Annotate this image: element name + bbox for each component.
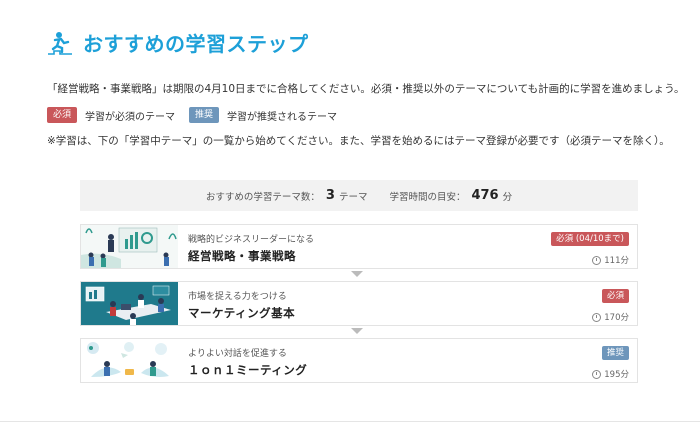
step-arrow-icon xyxy=(351,328,363,334)
page-header: おすすめの学習ステップ xyxy=(47,28,309,57)
legend-required-tag: 必須 xyxy=(47,107,78,123)
course-duration: 111分 xyxy=(592,254,629,266)
duration-text: 170分 xyxy=(604,313,629,323)
legend-recommended-text: 学習が推奨されるテーマ xyxy=(227,111,338,123)
course-thumbnail xyxy=(81,282,178,325)
page-title: おすすめの学習ステップ xyxy=(83,32,309,56)
legend-recommended-tag: 推奨 xyxy=(189,107,220,123)
course-card-1on1[interactable]: よりよい対話を促進する １ｏｎ１ミーティング 推奨 195分 xyxy=(80,338,638,383)
clock-icon xyxy=(592,255,602,265)
clock-icon xyxy=(592,312,602,322)
required-badge: 必須 xyxy=(601,289,629,303)
course-title: 経営戦略・事業戦略 xyxy=(188,249,296,263)
course-subtitle: 戦略的ビジネスリーダーになる xyxy=(188,235,315,245)
course-duration: 170分 xyxy=(592,311,629,323)
course-subtitle: 市場を捉える力をつける xyxy=(188,292,287,302)
course-thumbnail xyxy=(81,225,178,268)
summary-time-label: 学習時間の目安： xyxy=(389,191,466,203)
summary-count-unit: テーマ xyxy=(338,191,368,203)
stairs-icon xyxy=(48,31,72,55)
course-duration: 195分 xyxy=(592,368,629,380)
course-title: １ｏｎ１ミーティング xyxy=(188,363,308,377)
course-subtitle: よりよい対話を促進する xyxy=(188,349,287,359)
clock-icon xyxy=(592,369,602,379)
required-badge: 必須 (04/10まで) xyxy=(551,232,629,246)
course-card-strategy[interactable]: 戦略的ビジネスリーダーになる 経営戦略・事業戦略 必須 (04/10まで) 11… xyxy=(80,224,638,269)
course-thumbnail xyxy=(81,339,178,382)
note-text: ※学習は、下の「学習中テーマ」の一覧から始めてください。また、学習を始めるにはテ… xyxy=(47,135,670,147)
duration-text: 111分 xyxy=(604,256,629,266)
summary-time-value: 476 xyxy=(471,188,499,203)
summary-count-label: おすすめの学習テーマ数： xyxy=(205,191,320,203)
step-arrow-icon xyxy=(351,271,363,277)
recommended-badge: 推奨 xyxy=(601,346,629,360)
legend: 必須 学習が必須のテーマ 推奨 学習が推奨されるテーマ xyxy=(47,107,351,123)
legend-required-text: 学習が必須のテーマ xyxy=(85,111,176,123)
summary-count-value: 3 xyxy=(325,188,335,203)
divider xyxy=(0,421,700,422)
summary-bar: おすすめの学習テーマ数： 3 テーマ 学習時間の目安： 476 分 xyxy=(80,180,638,211)
summary-time-unit: 分 xyxy=(502,191,513,203)
duration-text: 195分 xyxy=(604,370,629,380)
course-title: マーケティング基本 xyxy=(188,306,296,320)
intro-text: 「経営戦略・事業戦略」は期限の4月10日までに合格してください。必須・推奨以外の… xyxy=(47,83,685,95)
course-card-marketing[interactable]: 市場を捉える力をつける マーケティング基本 必須 170分 xyxy=(80,281,638,326)
